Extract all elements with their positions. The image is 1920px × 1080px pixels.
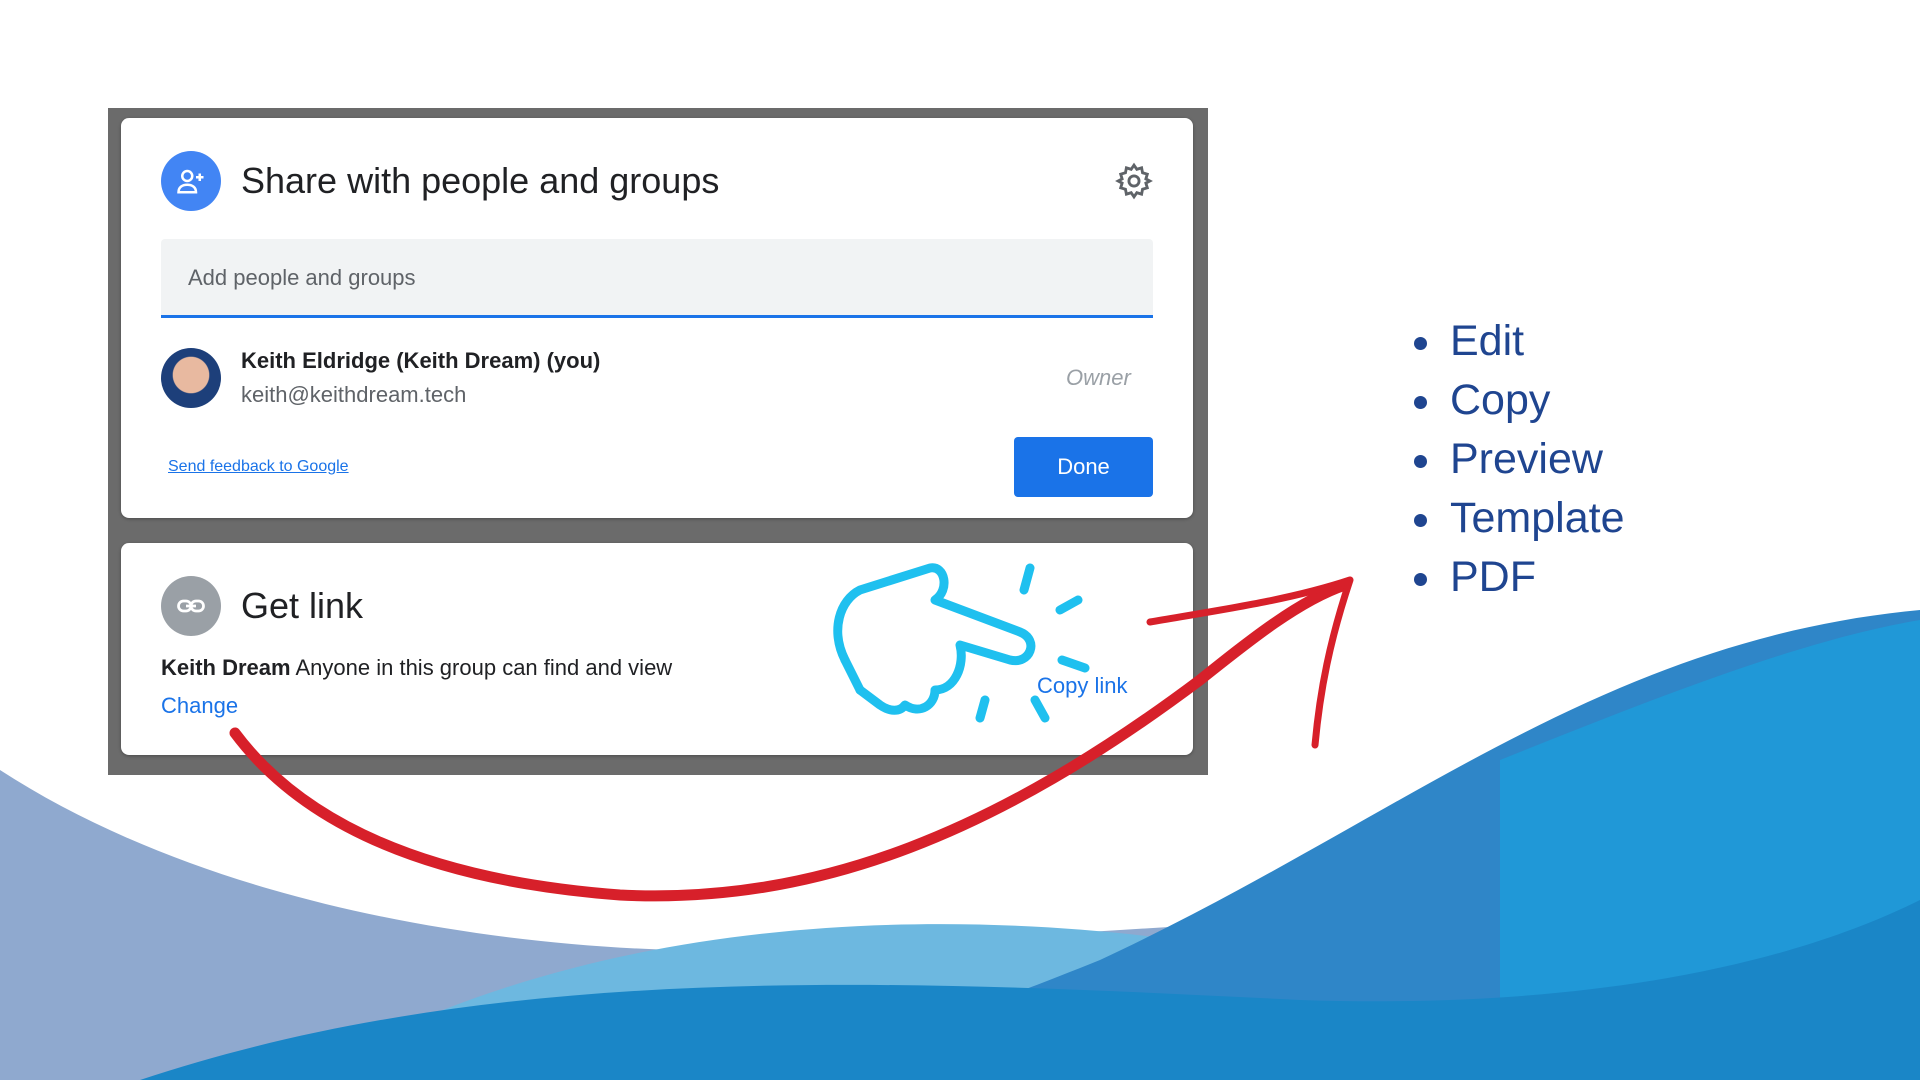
list-item: Copy (1410, 371, 1624, 430)
list-item: PDF (1410, 548, 1624, 607)
annotation-overlay (229, 563, 1354, 902)
list-item: Template (1410, 489, 1624, 548)
list-item: Preview (1410, 430, 1624, 489)
pointing-hand-icon (833, 563, 1090, 723)
list-item: Edit (1410, 312, 1624, 371)
feature-list: Edit Copy Preview Template PDF (1410, 312, 1624, 607)
red-arrow (229, 576, 1354, 902)
